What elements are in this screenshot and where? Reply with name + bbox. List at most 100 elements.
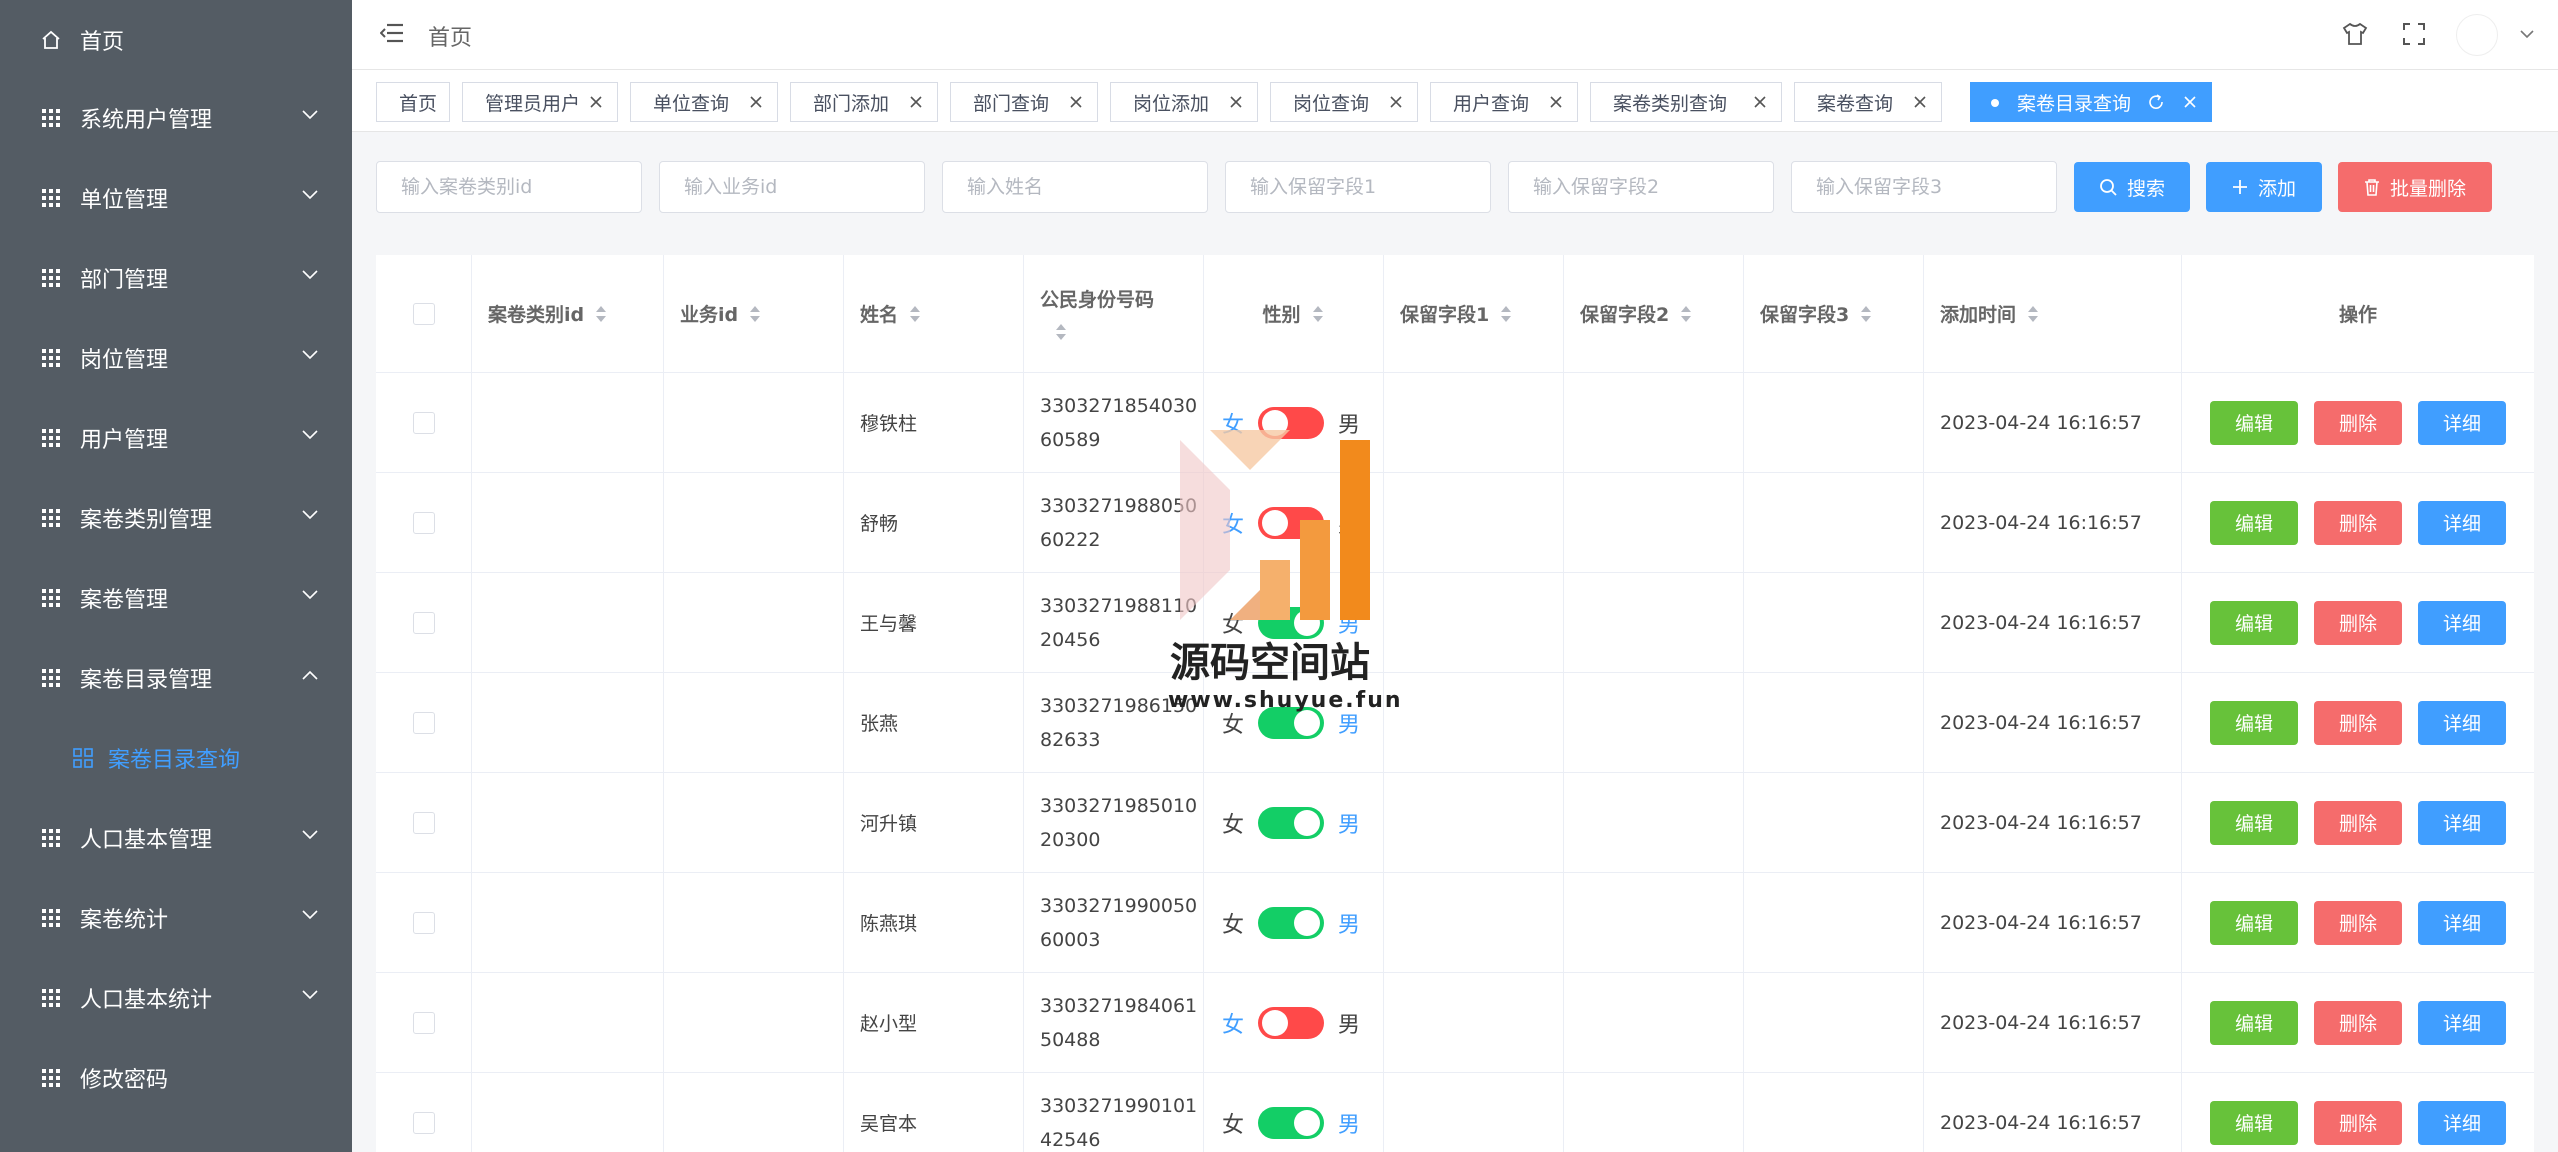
close-icon[interactable] [1751,93,1769,111]
tab-case-catalog-query[interactable]: 案卷目录查询 [1970,82,2212,122]
edit-button[interactable]: 编辑 [2210,700,2298,745]
close-icon[interactable] [1387,93,1405,111]
sidebar-item-post-management[interactable]: 岗位管理 [0,318,352,398]
reserved-field-2-input[interactable] [1508,161,1774,213]
sort-icon[interactable] [594,304,608,324]
detail-button[interactable]: 详细 [2418,900,2506,945]
search-button[interactable]: 搜索 [2074,162,2190,212]
delete-button[interactable]: 删除 [2314,700,2402,745]
case-category-id-input[interactable] [376,161,642,213]
sort-icon[interactable] [908,304,922,324]
sidebar-item-population-management[interactable]: 人口基本管理 [0,798,352,878]
add-button[interactable]: 添加 [2206,162,2322,212]
delete-button[interactable]: 删除 [2314,800,2402,845]
tshirt-icon[interactable] [2342,22,2368,46]
sort-icon[interactable] [1859,304,1873,324]
gender-switch[interactable] [1258,506,1324,539]
row-checkbox[interactable] [412,711,435,734]
avatar[interactable] [2456,14,2498,56]
sort-icon[interactable] [1311,304,1325,324]
delete-button[interactable]: 删除 [2314,900,2402,945]
row-checkbox[interactable] [412,611,435,634]
row-checkbox[interactable] [412,1111,435,1134]
sidebar-item-change-password[interactable]: 修改密码 [0,1038,352,1118]
row-checkbox[interactable] [412,411,435,434]
edit-button[interactable]: 编辑 [2210,600,2298,645]
column-header-business-id[interactable]: 业务id [664,255,844,373]
refresh-icon[interactable] [2147,93,2165,111]
tab-user-query[interactable]: 用户查询 [1430,82,1578,122]
sidebar-item-department-management[interactable]: 部门管理 [0,238,352,318]
sidebar-item-case-category-management[interactable]: 案卷类别管理 [0,478,352,558]
sort-icon[interactable] [1499,304,1513,324]
sidebar-item-case-management[interactable]: 案卷管理 [0,558,352,638]
detail-button[interactable]: 详细 [2418,500,2506,545]
menu-fold-icon[interactable] [380,22,404,44]
edit-button[interactable]: 编辑 [2210,900,2298,945]
edit-button[interactable]: 编辑 [2210,1000,2298,1045]
fullscreen-icon[interactable] [2402,22,2426,46]
gender-switch[interactable] [1258,1106,1324,1139]
sidebar-item-population-statistics[interactable]: 人口基本统计 [0,958,352,1038]
close-icon[interactable] [1547,93,1565,111]
select-all-checkbox[interactable] [412,302,435,325]
row-checkbox[interactable] [412,811,435,834]
batch-delete-button[interactable]: 批量删除 [2338,162,2492,212]
tab-unit-query[interactable]: 单位查询 [630,82,778,122]
close-icon[interactable] [2181,93,2199,111]
delete-button[interactable]: 删除 [2314,400,2402,445]
row-checkbox[interactable] [412,511,435,534]
tab-case-category-query[interactable]: 案卷类别查询 [1590,82,1782,122]
tab-case-query[interactable]: 案卷查询 [1794,82,1942,122]
sidebar-item-case-catalog-management[interactable]: 案卷目录管理 [0,638,352,718]
reserved-field-1-input[interactable] [1225,161,1491,213]
close-icon[interactable] [747,93,765,111]
delete-button[interactable]: 删除 [2314,1100,2402,1145]
sort-icon[interactable] [748,304,762,324]
delete-button[interactable]: 删除 [2314,600,2402,645]
column-header-reserved-2[interactable]: 保留字段2 [1564,255,1744,373]
sidebar-item-unit-management[interactable]: 单位管理 [0,158,352,238]
column-header-gender[interactable]: 性别 [1204,255,1384,373]
tab-admin-users[interactable]: 管理员用户 [462,82,618,122]
row-checkbox[interactable] [412,911,435,934]
sidebar-item-home[interactable]: 首页 [0,0,352,80]
detail-button[interactable]: 详细 [2418,600,2506,645]
column-header-reserved-3[interactable]: 保留字段3 [1744,255,1924,373]
sidebar-item-system-users[interactable]: 系统用户管理 [0,78,352,158]
gender-switch[interactable] [1258,806,1324,839]
gender-switch[interactable] [1258,406,1324,439]
detail-button[interactable]: 详细 [2418,1100,2506,1145]
close-icon[interactable] [1911,93,1929,111]
close-icon[interactable] [587,93,605,111]
column-header-name[interactable]: 姓名 [844,255,1024,373]
tab-post-add[interactable]: 岗位添加 [1110,82,1258,122]
edit-button[interactable]: 编辑 [2210,1100,2298,1145]
column-header-add-time[interactable]: 添加时间 [1924,255,2182,373]
column-header-case-category-id[interactable]: 案卷类别id [472,255,664,373]
chevron-down-icon[interactable] [2520,30,2534,39]
detail-button[interactable]: 详细 [2418,700,2506,745]
tab-post-query[interactable]: 岗位查询 [1270,82,1418,122]
close-icon[interactable] [1067,93,1085,111]
sort-icon[interactable] [1679,304,1693,324]
tab-department-query[interactable]: 部门查询 [950,82,1098,122]
sidebar-item-case-catalog-query[interactable]: 案卷目录查询 [0,718,352,798]
sort-icon[interactable] [1054,322,1068,342]
gender-switch[interactable] [1258,906,1324,939]
sort-icon[interactable] [2026,304,2040,324]
delete-button[interactable]: 删除 [2314,1000,2402,1045]
business-id-input[interactable] [659,161,925,213]
tab-home[interactable]: 首页 [376,82,450,122]
edit-button[interactable]: 编辑 [2210,400,2298,445]
row-checkbox[interactable] [412,1011,435,1034]
detail-button[interactable]: 详细 [2418,400,2506,445]
detail-button[interactable]: 详细 [2418,800,2506,845]
name-input[interactable] [942,161,1208,213]
breadcrumb[interactable]: 首页 [428,20,472,52]
edit-button[interactable]: 编辑 [2210,500,2298,545]
edit-button[interactable]: 编辑 [2210,800,2298,845]
reserved-field-3-input[interactable] [1791,161,2057,213]
sidebar-item-case-statistics[interactable]: 案卷统计 [0,878,352,958]
column-header-reserved-1[interactable]: 保留字段1 [1384,255,1564,373]
